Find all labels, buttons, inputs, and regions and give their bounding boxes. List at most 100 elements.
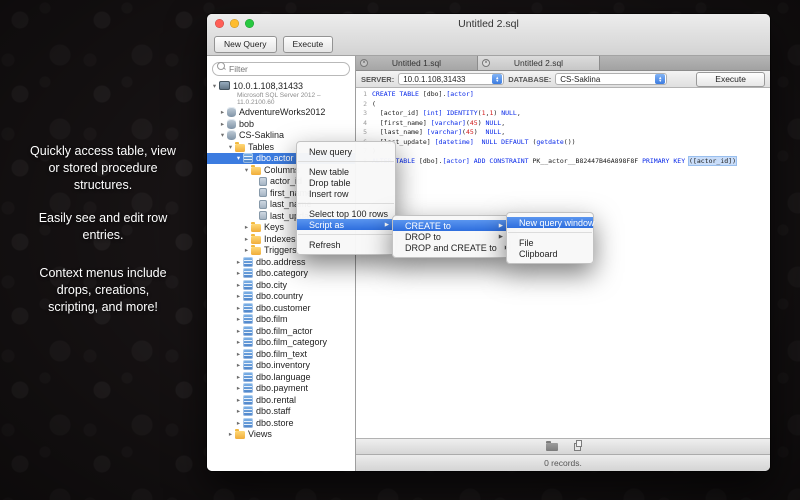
tree-item-views[interactable]: ▸ Views [207,429,355,441]
tree-item-dbo-store[interactable]: ▸ dbo.store [207,417,355,429]
tree-item-dbo-payment[interactable]: ▸dbo.payment [207,383,355,395]
folder-icon [251,247,261,255]
disclosure-right-icon[interactable]: ▸ [234,327,243,335]
database-select[interactable]: CS-Saklina ▲▼ [555,73,667,85]
tree-item-dbo-language[interactable]: ▸dbo.language [207,371,355,383]
window-title: Untitled 2.sql [458,18,519,30]
menu-item-file[interactable]: File [507,237,593,248]
disclosure-right-icon[interactable]: ▸ [234,407,243,415]
tree-item-adventureworks2012[interactable]: ▸AdventureWorks2012 [207,107,355,119]
menu-item-drop-table[interactable]: Drop table [297,177,395,188]
menu-item-new-query[interactable]: New query [297,146,395,157]
folder-icon [251,236,261,244]
tree-item-dbo-film-category[interactable]: ▸dbo.film_category [207,337,355,349]
zoom-button[interactable] [245,19,254,28]
menu-item-select-top-100-rows[interactable]: Select top 100 rows [297,208,395,219]
disclosure-right-icon[interactable]: ▸ [234,315,243,323]
tab-untitled-1-sql[interactable]: ×Untitled 1.sql [356,56,478,70]
disclosure-down-icon[interactable]: ▾ [218,131,227,139]
tree-item-10-0-1-108-31433[interactable]: ▾10.0.1.108,31433 [207,80,355,92]
disclosure-right-icon[interactable]: ▸ [234,361,243,369]
editor-bottom-bar [356,438,770,454]
menu-item-drop-and-create-to[interactable]: DROP and CREATE to▶ [393,242,509,253]
menu-item-create-to[interactable]: CREATE to▶ [393,220,509,231]
folder-icon [251,167,261,175]
disclosure-right-icon[interactable]: ▸ [218,108,227,116]
menu-item-clipboard[interactable]: Clipboard [507,248,593,259]
disclosure-right-icon[interactable]: ▸ [234,396,243,404]
disclosure-right-icon[interactable]: ▸ [242,223,251,231]
disclosure-right-icon[interactable]: ▸ [234,384,243,392]
disclosure-down-icon[interactable]: ▾ [234,154,243,162]
tree-item-label: dbo.address [256,257,306,267]
tree-item-dbo-country[interactable]: ▸dbo.country [207,291,355,303]
filter-input[interactable] [212,62,350,76]
tree-item-dbo-category[interactable]: ▸dbo.category [207,268,355,280]
menu-item-insert-row[interactable]: Insert row [297,188,395,199]
disclosure-right-icon[interactable]: ▸ [242,246,251,254]
close-button[interactable] [215,19,224,28]
table-icon [243,314,253,324]
code-line: 4 [first_name] [varchar](45) NULL, [356,119,770,129]
tree-item-label: bob [239,119,254,129]
disclosure-right-icon[interactable]: ▸ [234,292,243,300]
tree-item-dbo-address[interactable]: ▸ dbo.address [207,256,355,268]
tree-item-label: dbo.store [256,418,294,428]
table-icon [243,372,253,382]
server-icon [219,81,230,90]
title-bar[interactable]: Untitled 2.sql [207,14,770,33]
code-text: ( [372,100,376,110]
db-icon [227,119,236,129]
disclosure-down-icon[interactable]: ▾ [210,82,219,90]
table-icon [243,257,253,267]
disclosure-right-icon[interactable]: ▸ [234,269,243,277]
tree-item-label: dbo.film_text [256,349,307,359]
tree-item-dbo-film[interactable]: ▸dbo.film [207,314,355,326]
disclosure-right-icon[interactable]: ▸ [242,235,251,243]
tree-item-dbo-city[interactable]: ▸dbo.city [207,279,355,291]
dropdown-stepper-icon[interactable]: ▲▼ [492,74,502,84]
folder-icon [235,431,245,439]
tab-close-icon[interactable]: × [482,59,490,67]
tree-item-cs-saklina[interactable]: ▾CS-Saklina [207,130,355,142]
copy-icon[interactable] [574,443,581,451]
tree-item-dbo-film-actor[interactable]: ▸dbo.film_actor [207,325,355,337]
tree-item-dbo-inventory[interactable]: ▸dbo.inventory [207,360,355,372]
execute-toolbar-button[interactable]: Execute [283,36,334,53]
tree-item-dbo-staff[interactable]: ▸dbo.staff [207,406,355,418]
server-select[interactable]: 10.0.1.108,31433 ▲▼ [398,73,504,85]
execute-query-button[interactable]: Execute [696,72,765,87]
tab-close-icon[interactable]: × [360,59,368,67]
new-query-button[interactable]: New Query [214,36,277,53]
menu-item-script-as[interactable]: Script as▶ [297,219,395,230]
tree-item-dbo-rental[interactable]: ▸dbo.rental [207,394,355,406]
menu-item-drop-to[interactable]: DROP to▶ [393,231,509,242]
tab-untitled-2-sql[interactable]: ×Untitled 2.sql [478,56,600,70]
disclosure-right-icon[interactable]: ▸ [234,373,243,381]
disclosure-right-icon[interactable]: ▸ [234,338,243,346]
menu-item-refresh[interactable]: Refresh [297,239,395,250]
tree-item-dbo-film-text[interactable]: ▸ dbo.film_text [207,348,355,360]
disclosure-right-icon[interactable]: ▸ [234,350,243,358]
tree-item-dbo-customer[interactable]: ▸dbo.customer [207,302,355,314]
tree-item-label: Views [248,429,272,439]
folder-icon[interactable] [546,443,558,451]
disclosure-right-icon[interactable]: ▸ [234,304,243,312]
menu-item-new-table[interactable]: New table [297,166,395,177]
disclosure-right-icon[interactable]: ▸ [234,258,243,266]
minimize-button[interactable] [230,19,239,28]
disclosure-down-icon[interactable]: ▾ [226,143,235,151]
disclosure-down-icon[interactable]: ▾ [242,166,251,174]
table-icon [243,383,253,393]
tree-item-bob[interactable]: ▸ bob [207,118,355,130]
table-icon [243,360,253,370]
disclosure-right-icon[interactable]: ▸ [234,281,243,289]
disclosure-right-icon[interactable]: ▸ [218,120,227,128]
menu-item-new-query-window[interactable]: New query window [507,217,593,228]
traffic-lights [215,19,254,28]
disclosure-right-icon[interactable]: ▸ [234,419,243,427]
column-icon [259,200,267,209]
disclosure-right-icon[interactable]: ▸ [226,430,235,438]
dropdown-stepper-icon[interactable]: ▲▼ [655,74,665,84]
script-as-submenu: CREATE to▶DROP to▶DROP and CREATE to▶ [392,215,510,258]
